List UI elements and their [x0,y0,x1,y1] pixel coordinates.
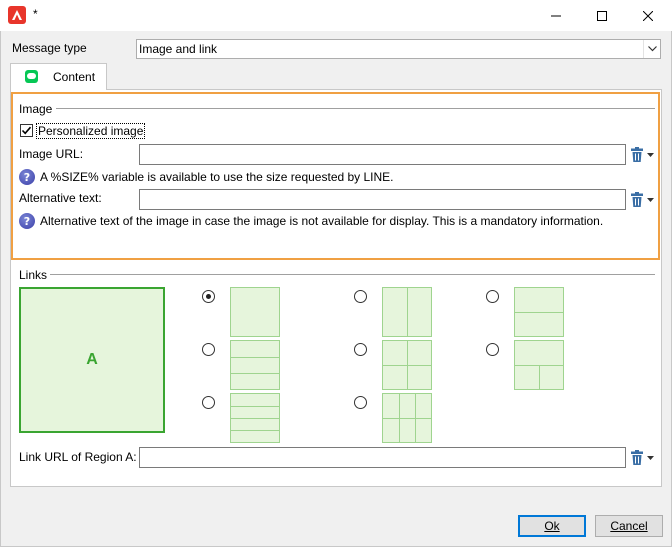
image-section-title: Image [19,102,53,116]
checkmark-icon [21,126,32,135]
layout-option-2[interactable] [382,287,432,337]
close-icon [643,10,653,21]
dropdown-arrow-icon [647,455,654,460]
trash-icon [631,192,643,207]
radio-selected-dot [206,294,211,299]
dropdown-arrow-icon [647,197,654,202]
link-url-region-a-label: Link URL of Region A: [19,450,137,464]
chevron-down-icon[interactable] [643,40,660,58]
message-type-select[interactable]: Image and link [136,39,661,59]
link-url-picker-button[interactable] [630,449,656,467]
image-url-help-text: A %SIZE% variable is available to use th… [40,170,394,184]
maximize-icon [597,10,607,21]
trash-icon [631,147,643,162]
help-icon: ? [19,169,35,185]
alternative-text-input[interactable] [139,189,626,210]
layout-option-3[interactable] [514,287,564,337]
line-icon [25,70,38,83]
adobe-campaign-icon [8,6,26,24]
layout-option-6[interactable] [514,340,564,390]
region-label: A [86,351,98,368]
layout-radio-4[interactable] [202,343,215,356]
trash-icon [631,450,643,465]
dropdown-arrow-icon [647,152,654,157]
image-url-label: Image URL: [19,147,84,161]
layout-radio-5[interactable] [354,343,367,356]
close-button[interactable] [625,0,671,31]
layout-radio-1[interactable] [202,290,215,303]
minimize-icon [551,15,561,16]
layout-option-8[interactable] [382,393,432,443]
help-icon: ? [19,213,35,229]
maximize-button[interactable] [579,0,625,31]
tab-content[interactable]: Content [10,63,107,90]
image-url-picker-button[interactable] [630,146,656,164]
alternative-text-label: Alternative text: [19,191,102,205]
message-type-value: Image and link [139,42,218,56]
cancel-button[interactable]: Cancel [595,515,663,537]
message-type-label: Message type [12,41,87,55]
layout-option-1[interactable] [230,287,280,337]
cancel-button-label: Cancel [610,519,648,533]
layout-option-4[interactable] [230,340,280,390]
link-url-region-a-input[interactable] [139,447,626,468]
minimize-button[interactable] [533,0,579,31]
layout-radio-3[interactable] [486,290,499,303]
layout-radio-8[interactable] [354,396,367,409]
window-title: * [33,7,38,21]
layout-preview: A [19,287,165,433]
ok-button-label: Ok [544,519,560,533]
layout-option-7[interactable] [230,393,280,443]
layout-radio-6[interactable] [486,343,499,356]
layout-radio-2[interactable] [354,290,367,303]
personalized-image-label[interactable]: Personalized image [36,123,146,139]
alternative-text-picker-button[interactable] [630,191,656,209]
personalized-image-checkbox[interactable] [20,124,33,137]
links-section-title: Links [19,268,48,282]
image-url-input[interactable] [139,144,626,165]
layout-option-5[interactable] [382,340,432,390]
divider [56,108,655,109]
alternative-text-help-text: Alternative text of the image in case th… [40,214,604,228]
tab-label: Content [53,70,96,84]
divider [50,274,655,275]
ok-button[interactable]: Ok [518,515,586,537]
layout-radio-7[interactable] [202,396,215,409]
